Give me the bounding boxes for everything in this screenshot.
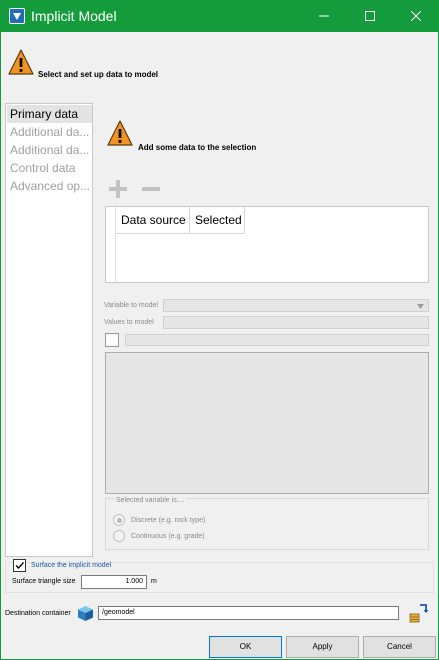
- notice-message: Add some data to the selection: [138, 143, 257, 152]
- surface-triangle-size-label: Surface triangle size: [12, 578, 76, 585]
- window-border-left: [0, 32, 1, 660]
- cancel-button[interactable]: Cancel: [363, 636, 436, 658]
- column-header-data-source[interactable]: Data source: [116, 207, 190, 234]
- discrete-radio[interactable]: [113, 514, 125, 526]
- window-title: Implicit Model: [31, 8, 117, 24]
- step-navigation-list: Primary data Additional da... Additional…: [5, 103, 93, 557]
- browse-container-button[interactable]: [408, 603, 430, 630]
- nav-item-control-data[interactable]: Control data: [7, 159, 92, 177]
- variable-type-group-title: Selected variable is....: [114, 497, 187, 504]
- nav-item-additional-data-2[interactable]: Additional da...: [7, 141, 92, 159]
- surface-triangle-size-input[interactable]: 1.000: [81, 575, 147, 589]
- variable-to-model-label: Variable to model: [104, 302, 158, 309]
- ok-button[interactable]: OK: [209, 636, 282, 658]
- warning-icon: [8, 49, 34, 81]
- nav-item-advanced-options[interactable]: Advanced op...: [7, 177, 92, 195]
- values-to-model-field[interactable]: [163, 316, 429, 329]
- variable-to-model-dropdown[interactable]: [163, 299, 429, 312]
- column-header-selected[interactable]: Selected: [190, 207, 245, 234]
- values-to-model-label: Values to model: [104, 319, 154, 326]
- table-row-header: [106, 207, 116, 282]
- variable-type-group: [105, 498, 429, 550]
- close-button[interactable]: [393, 0, 439, 32]
- continuous-radio-label: Continuous (e.g. grade): [131, 533, 205, 540]
- continuous-radio[interactable]: [113, 530, 125, 542]
- maximize-button[interactable]: [347, 0, 393, 32]
- values-list[interactable]: [105, 352, 429, 494]
- title-bar: Implicit Model: [0, 0, 439, 32]
- discrete-radio-label: Discrete (e.g. rock type): [131, 517, 206, 524]
- apply-button[interactable]: Apply: [286, 636, 359, 658]
- checkmark-icon: [15, 562, 25, 570]
- surface-implicit-model-label: Surface the implicit model: [31, 562, 112, 569]
- close-icon: [410, 10, 422, 22]
- header-message: Select and set up data to model: [38, 70, 159, 79]
- destination-container-label: Destination container: [5, 610, 71, 617]
- plus-icon: [109, 180, 127, 198]
- maximize-icon: [365, 11, 375, 21]
- minus-icon: [142, 187, 160, 191]
- surface-implicit-model-checkbox[interactable]: [13, 559, 26, 572]
- folder-browse-icon: [409, 604, 429, 623]
- app-icon[interactable]: [9, 8, 25, 24]
- destination-container-input[interactable]: /geomodel: [98, 606, 399, 620]
- add-data-button[interactable]: [108, 179, 128, 204]
- values-filter-field[interactable]: [125, 334, 429, 346]
- container-cube-icon: [77, 605, 94, 627]
- minimize-button[interactable]: [301, 0, 347, 32]
- select-all-values-checkbox[interactable]: [105, 333, 119, 347]
- nav-item-additional-data-1[interactable]: Additional da...: [7, 123, 92, 141]
- data-source-table[interactable]: Data source Selected: [105, 206, 429, 283]
- nav-item-primary-data[interactable]: Primary data: [7, 105, 92, 123]
- remove-data-button[interactable]: [141, 179, 161, 204]
- notice-warning-icon: [107, 120, 133, 152]
- chevron-down-icon: [417, 304, 424, 309]
- surface-size-unit: m: [151, 578, 157, 585]
- minimize-icon: [319, 15, 329, 17]
